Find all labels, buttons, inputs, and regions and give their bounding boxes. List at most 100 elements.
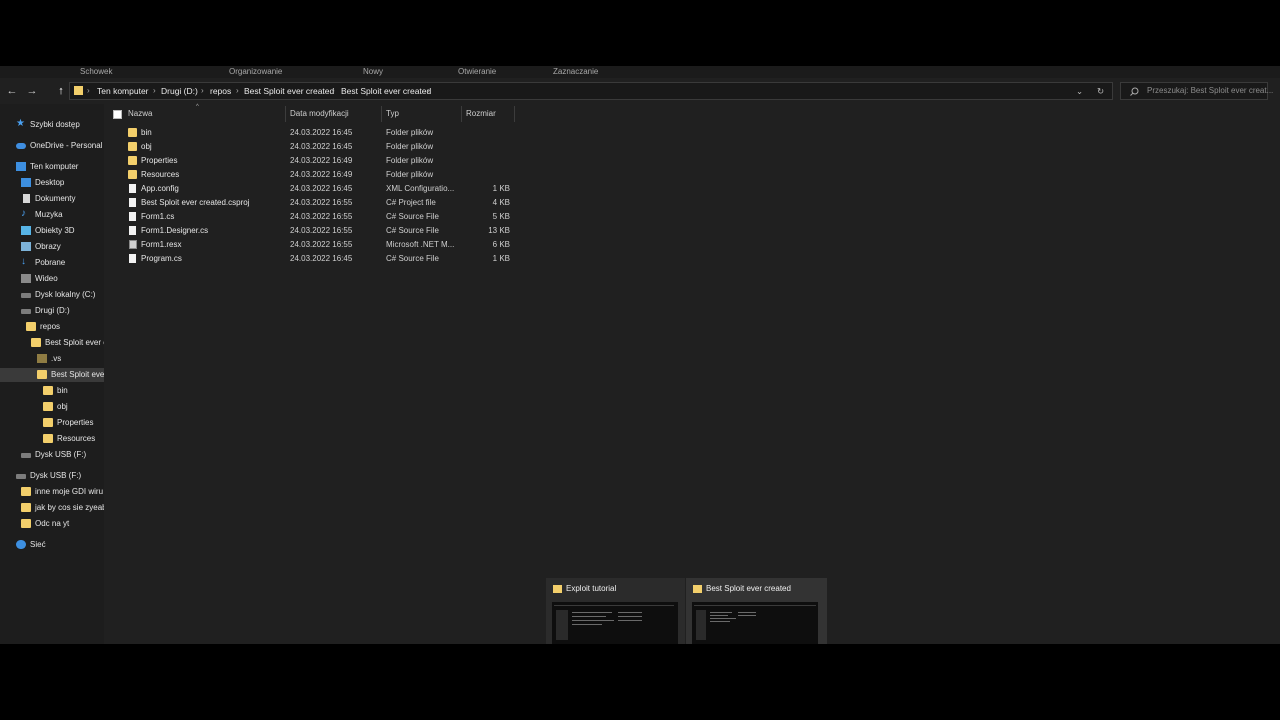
breadcrumb-repos[interactable]: repos: [210, 83, 231, 99]
file-size: 13 KB: [488, 226, 510, 235]
breadcrumb-separator: ›: [427, 86, 430, 95]
preview-thumbnail: [552, 602, 678, 644]
cube-icon: [21, 226, 31, 235]
column-header-name[interactable]: Nazwa: [128, 106, 152, 122]
sort-up-icon: ^: [196, 104, 199, 110]
taskbar-preview-exploit-tutorial[interactable]: Exploit tutorial: [546, 578, 685, 644]
file-type: C# Source File: [386, 212, 439, 221]
file-type: Folder plików: [386, 128, 434, 137]
pictures-icon: [21, 242, 31, 251]
forward-arrow-icon[interactable]: →: [24, 83, 40, 99]
file-row[interactable]: Form1.resx 24.03.2022 16:55 Microsoft .NET…: [105, 238, 525, 252]
breadcrumb-this-pc[interactable]: Ten komputer: [97, 83, 149, 99]
file-type: C# Project file: [386, 198, 436, 207]
file-date: 24.03.2022 16:45: [290, 128, 353, 137]
file-row[interactable]: Resources 24.03.2022 16:49 Folder plików: [105, 168, 525, 182]
file-date: 24.03.2022 16:55: [290, 198, 353, 207]
usb-drive-icon: [21, 453, 31, 458]
address-bar[interactable]: › Ten komputer › Drugi (D:) › repos › Be…: [69, 82, 1113, 100]
navigation-bar: ← → ↑ › Ten komputer › Drugi (D:) › repo…: [0, 79, 1280, 103]
folder-icon: [128, 142, 137, 151]
search-icon: [1130, 87, 1139, 96]
breadcrumb-drive-d[interactable]: Drugi (D:): [161, 83, 198, 99]
file-row[interactable]: Form1.cs 24.03.2022 16:55 C# Source File 5 …: [105, 210, 525, 224]
folder-icon: [21, 487, 31, 496]
file-row[interactable]: Form1.Designer.cs 24.03.2022 16:55 C# Sour…: [105, 224, 525, 238]
folder-icon: [43, 418, 53, 427]
folder-icon: [37, 370, 47, 379]
file-type: C# Source File: [386, 254, 439, 263]
file-row[interactable]: Best Sploit ever created.csproj 24.03.202…: [105, 196, 525, 210]
file-name: obj: [141, 142, 152, 151]
file-type: C# Source File: [386, 226, 439, 235]
folder-icon: [553, 585, 562, 593]
file-row[interactable]: Properties 24.03.2022 16:49 Folder plików: [105, 154, 525, 168]
breadcrumb-separator: ›: [87, 86, 90, 95]
breadcrumb-separator: ›: [332, 86, 335, 95]
ribbon-tab-select[interactable]: Zaznaczanie: [553, 66, 598, 78]
resx-file-icon: [129, 240, 137, 249]
usb-drive-icon: [16, 474, 26, 479]
ribbon-tab-organize[interactable]: Organizowanie: [229, 66, 282, 78]
back-arrow-icon[interactable]: ←: [4, 83, 20, 99]
folder-icon: [128, 128, 137, 137]
taskbar-preview-best-sploit[interactable]: Best Sploit ever created: [686, 578, 827, 644]
breadcrumb-project[interactable]: Best Sploit ever created: [341, 83, 431, 99]
search-box[interactable]: Przeszukaj: Best Sploit ever creat...: [1120, 82, 1273, 100]
project-file-icon: [129, 198, 136, 207]
music-icon: ♪: [21, 208, 26, 219]
folder-icon: [43, 402, 53, 411]
column-divider[interactable]: [285, 106, 286, 122]
preview-thumbnail: [692, 602, 818, 644]
computer-icon: [16, 162, 26, 171]
navigation-pane: ★ Szybki dostęp OneDrive - Personal Ten k…: [0, 104, 104, 644]
file-date: 24.03.2022 16:55: [290, 226, 353, 235]
file-name: Form1.resx: [141, 240, 182, 249]
file-date: 24.03.2022 16:49: [290, 156, 353, 165]
file-row[interactable]: bin 24.03.2022 16:45 Folder plików: [105, 126, 525, 140]
file-row[interactable]: Program.cs 24.03.2022 16:45 C# Source File…: [105, 252, 525, 266]
file-date: 24.03.2022 16:45: [290, 184, 353, 193]
file-name: Best Sploit ever created.csproj: [141, 198, 250, 207]
folder-icon: [43, 386, 53, 395]
network-icon: [16, 540, 26, 549]
file-type: Folder plików: [386, 170, 434, 179]
file-date: 24.03.2022 16:45: [290, 254, 353, 263]
folder-icon: [37, 354, 47, 363]
ribbon-tab-clipboard[interactable]: Schowek: [80, 66, 112, 78]
file-row[interactable]: App.config 24.03.2022 16:45 XML Configurat…: [105, 182, 525, 196]
refresh-icon[interactable]: ↻: [1097, 83, 1104, 99]
file-name: bin: [141, 128, 152, 137]
column-header-date[interactable]: Data modyfikacji: [290, 106, 349, 122]
ribbon-tab-new[interactable]: Nowy: [363, 66, 383, 78]
sidebar-item-project-folder[interactable]: Best Sploit ever: [0, 368, 104, 382]
folder-icon: [74, 86, 83, 95]
column-divider[interactable]: [514, 106, 515, 122]
file-type: Microsoft .NET M...: [386, 240, 455, 249]
file-date: 24.03.2022 16:45: [290, 142, 353, 151]
up-arrow-icon[interactable]: ↑: [53, 83, 69, 99]
column-header-type[interactable]: Typ: [386, 106, 399, 122]
file-list: Nazwa ^ Data modyfikacji Typ Rozmiar bin…: [105, 104, 1280, 644]
breadcrumb-separator: ›: [201, 86, 204, 95]
breadcrumb-solution[interactable]: Best Sploit ever created: [244, 83, 334, 99]
file-size: 1 KB: [492, 254, 510, 263]
select-all-checkbox[interactable]: [113, 110, 122, 119]
source-file-icon: [129, 254, 136, 263]
file-name: Form1.cs: [141, 212, 175, 221]
breadcrumb-separator: ›: [153, 86, 156, 95]
chevron-down-icon[interactable]: ⌄: [1076, 83, 1083, 99]
folder-icon: [128, 170, 137, 179]
column-divider[interactable]: [461, 106, 462, 122]
column-header-size[interactable]: Rozmiar: [466, 106, 496, 122]
download-icon: ↓: [21, 256, 26, 267]
file-explorer-window: Schowek Organizowanie Nowy Otwieranie Za…: [0, 66, 1280, 644]
file-name: Form1.Designer.cs: [141, 226, 209, 235]
file-row[interactable]: obj 24.03.2022 16:45 Folder plików: [105, 140, 525, 154]
cloud-icon: [16, 143, 26, 149]
ribbon-tab-open[interactable]: Otwieranie: [458, 66, 496, 78]
document-icon: [23, 194, 30, 203]
column-divider[interactable]: [381, 106, 382, 122]
source-file-icon: [129, 226, 136, 235]
file-date: 24.03.2022 16:49: [290, 170, 353, 179]
